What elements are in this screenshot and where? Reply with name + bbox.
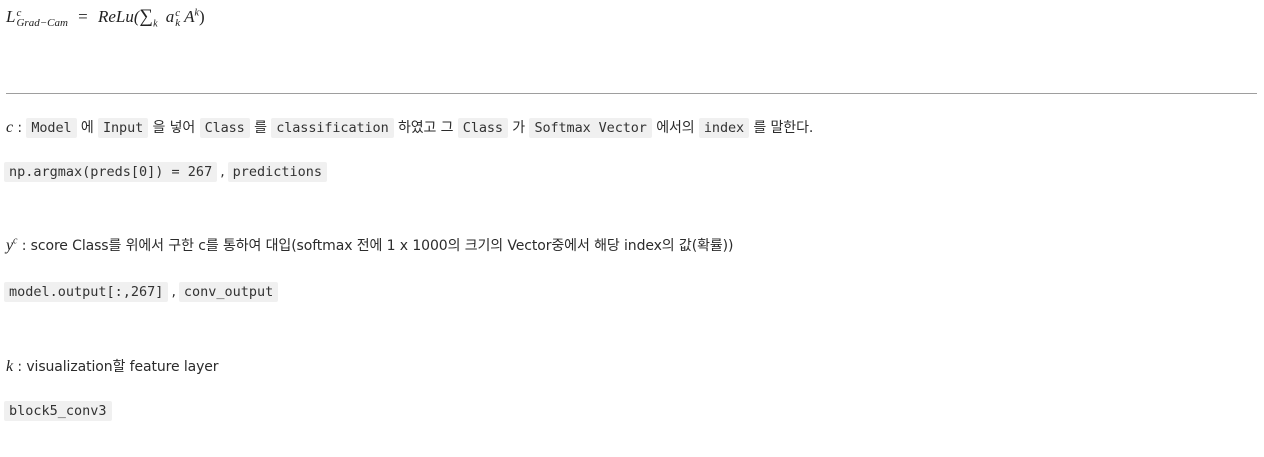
code-argmax: np.argmax(preds[0]) = 267 <box>4 162 218 182</box>
formula-func: ReLu( <box>98 7 140 26</box>
text-segment: 를 <box>254 120 267 136</box>
formula-a-sub: k <box>175 17 181 30</box>
code-classification: classification <box>271 118 394 138</box>
formula-A: Ak <box>184 7 199 26</box>
code-model-output: model.output[:,267] <box>4 282 169 302</box>
text-segment: 를 말한다. <box>753 120 814 136</box>
c-colon: : <box>17 120 22 136</box>
code-index: index <box>698 118 750 138</box>
code-softmax-vector: Softmax Vector <box>529 118 652 138</box>
text-segment: 을 넣어 <box>152 120 196 136</box>
formula-lhs: Lc Grad−Cam <box>6 7 68 30</box>
y-code-line: model.output[:,267], conv_output <box>4 282 279 302</box>
code-block5-conv3: block5_conv3 <box>4 401 112 421</box>
y-description: : score Class를 위에서 구한 c를 통하여 대입(softmax … <box>21 238 734 254</box>
c-code-line: np.argmax(preds[0]) = 267, predictions <box>4 162 328 182</box>
y-var-sup: c <box>13 235 18 247</box>
code-class-2: Class <box>457 118 508 138</box>
k-description: : visualization할 feature layer <box>17 359 219 375</box>
code-predictions: predictions <box>227 162 328 182</box>
comma: , <box>220 164 225 180</box>
formula-equals: = <box>78 7 88 26</box>
c-var: c <box>6 119 14 136</box>
code-conv-output: conv_output <box>178 282 279 302</box>
code-class: Class <box>199 118 250 138</box>
y-var: yc <box>6 235 18 254</box>
text-segment: 하였고 그 <box>397 120 454 136</box>
text-segment: 가 <box>512 120 526 136</box>
c-definition: c : Model 에 Input 을 넣어 Class 를 classific… <box>6 117 814 138</box>
k-var: k <box>6 358 14 375</box>
formula-sum: ∑ <box>139 6 154 27</box>
horizontal-rule <box>6 93 1257 94</box>
code-input: Input <box>98 118 149 138</box>
grad-cam-formula: Lc Grad−Cam = ReLu(∑k ack Ak) <box>6 6 205 30</box>
formula-lhs-sub: Grad−Cam <box>16 17 68 30</box>
y-definition: yc : score Class를 위에서 구한 c를 통하여 대입(softm… <box>6 235 733 255</box>
k-definition: k : visualization할 feature layer <box>6 356 219 376</box>
text-segment: 에서의 <box>656 120 695 136</box>
formula-a: ack <box>165 7 181 30</box>
text-segment: 에 <box>80 120 94 136</box>
formula-close: ) <box>198 7 205 26</box>
formula-sum-sub: k <box>153 18 158 30</box>
comma: , <box>171 284 176 300</box>
k-code-line: block5_conv3 <box>4 401 112 421</box>
code-model: Model <box>26 118 77 138</box>
